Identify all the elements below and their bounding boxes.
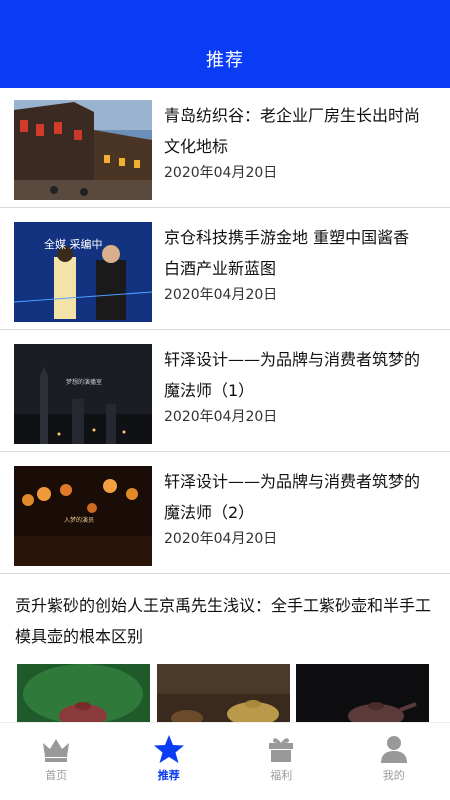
crown-icon [43,739,70,762]
article-thumbnail[interactable] [296,664,429,724]
thumbnail-sign-text: 梦想的演播室 [66,378,102,386]
tab-label: 福利 [270,769,293,782]
tab-label: 我的 [382,769,405,782]
tab-recommend[interactable]: 推荐 [113,723,226,800]
article-item[interactable]: 梦想的演播室 轩泽设计——为品牌与消费者筑梦的魔法师（1） 2020年04月20… [0,332,450,452]
bottom-tab-bar: 首页 推荐 福利 我的 [0,722,450,800]
article-date: 2020年04月20日 [164,531,278,547]
article-item[interactable]: 全媒 采编中 京仓科技携手游金地 重塑中国酱香白酒产业新蓝图 2020年04月2… [0,210,450,330]
article-thumbnail[interactable] [17,664,150,724]
article-title[interactable]: 青岛纺织谷：老企业厂房生长出时尚文化地标 [164,100,422,162]
top-header: 推荐 [0,0,450,88]
article-thumbnail[interactable]: 入梦的演员 [14,466,152,566]
star-icon [153,735,184,763]
thumbnail-banner-text: 全媒 采编中 [44,237,103,251]
gift-icon [269,738,294,762]
user-icon [380,736,407,763]
article-title[interactable]: 轩泽设计——为品牌与消费者筑梦的魔法师（2） [164,466,422,528]
article-date: 2020年04月20日 [164,409,278,425]
tab-welfare[interactable]: 福利 [225,723,338,800]
article-date: 2020年04月20日 [164,165,278,181]
article-item[interactable]: 青岛纺织谷：老企业厂房生长出时尚文化地标 2020年04月20日 [0,88,450,208]
article-thumbnail[interactable]: 全媒 采编中 [14,222,152,322]
thumbnail-sign-text: 入梦的演员 [64,516,94,524]
tab-mine[interactable]: 我的 [338,723,450,800]
article-item[interactable]: 入梦的演员 轩泽设计——为品牌与消费者筑梦的魔法师（2） 2020年04月20日 [0,454,450,574]
article-title[interactable]: 轩泽设计——为品牌与消费者筑梦的魔法师（1） [164,344,422,406]
article-thumbnail[interactable] [14,100,152,200]
page-title: 推荐 [206,50,244,71]
featured-article-title[interactable]: 贡升紫砂的创始人王京禹先生浅议：全手工紫砂壶和半手工模具壶的根本区别 [15,590,440,652]
tab-home[interactable]: 首页 [0,723,113,800]
article-thumbnail[interactable] [157,664,290,724]
featured-article[interactable]: 贡升紫砂的创始人王京禹先生浅议：全手工紫砂壶和半手工模具壶的根本区别 [0,576,450,736]
article-date: 2020年04月20日 [164,287,278,303]
tab-label: 首页 [45,769,68,782]
article-thumbnail[interactable]: 梦想的演播室 [14,344,152,444]
tab-label: 推荐 [157,769,180,782]
article-title[interactable]: 京仓科技携手游金地 重塑中国酱香白酒产业新蓝图 [164,222,422,284]
